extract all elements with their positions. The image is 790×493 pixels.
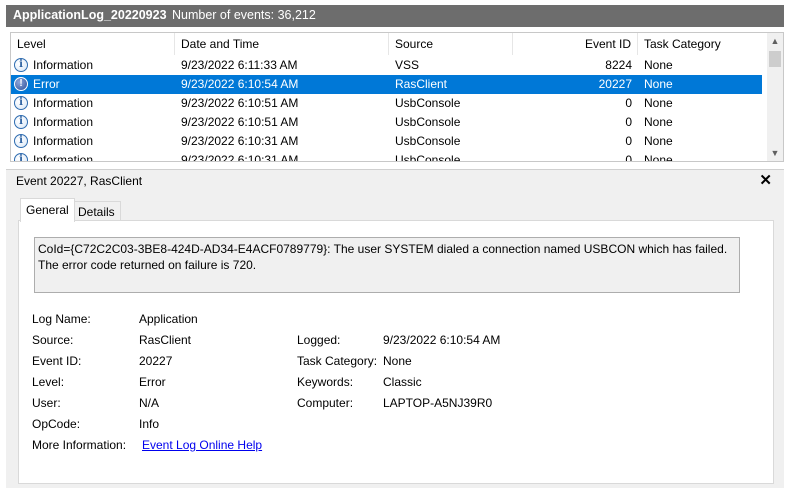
event-datetime: 9/23/2022 6:10:51 AM xyxy=(181,115,299,129)
event-level: Information xyxy=(33,58,94,72)
event-task-category: None xyxy=(644,153,673,162)
event-count: Number of events: 36,212 xyxy=(172,8,316,22)
event-level: Information xyxy=(33,153,94,162)
event-datetime: 9/23/2022 6:10:54 AM xyxy=(181,77,299,91)
event-level: Information xyxy=(33,96,94,110)
event-id: 0 xyxy=(625,153,632,162)
info-icon: i xyxy=(14,153,28,161)
label-opcode: OpCode: xyxy=(32,417,81,431)
list-header: Level Date and Time Source Event ID Task… xyxy=(11,33,766,56)
event-datetime: 9/23/2022 6:11:33 AM xyxy=(181,58,298,72)
value-keywords: Classic xyxy=(383,375,422,389)
label-user: User: xyxy=(32,396,61,410)
value-event-id: 20227 xyxy=(139,354,173,368)
event-task-category: None xyxy=(644,77,673,91)
column-header-task-category[interactable]: Task Category xyxy=(638,33,766,55)
event-id: 0 xyxy=(625,115,632,129)
column-header-level[interactable]: Level xyxy=(11,33,175,55)
info-icon: i xyxy=(14,58,28,72)
scroll-thumb[interactable] xyxy=(769,51,781,67)
label-more-information: More Information: xyxy=(32,438,127,452)
value-computer: LAPTOP-A5NJ39R0 xyxy=(383,396,493,410)
column-header-event-id[interactable]: Event ID xyxy=(513,33,638,55)
general-tab-panel: CoId={C72C2C03-3BE8-424D-AD34-E4ACF07897… xyxy=(18,220,774,484)
label-level: Level: xyxy=(32,375,65,389)
event-list-scrollbar[interactable]: ▲ ▼ xyxy=(767,33,783,161)
label-logged: Logged: xyxy=(297,333,341,347)
value-logged: 9/23/2022 6:10:54 AM xyxy=(383,333,501,347)
value-log-name: Application xyxy=(139,312,198,326)
event-level: Information xyxy=(33,134,94,148)
event-task-category: None xyxy=(644,115,673,129)
event-row[interactable]: i Information 9/23/2022 6:10:51 AM UsbConso… xyxy=(11,113,762,132)
log-title-bar: ApplicationLog_20220923 Number of events… xyxy=(6,5,784,27)
value-task-category: None xyxy=(383,354,412,368)
event-datetime: 9/23/2022 6:10:31 AM xyxy=(181,153,299,162)
scroll-up-icon[interactable]: ▲ xyxy=(767,33,783,49)
value-source: RasClient xyxy=(139,333,192,347)
column-header-datetime[interactable]: Date and Time xyxy=(175,33,389,55)
event-detail-title: Event 20227, RasClient xyxy=(16,174,143,188)
event-source: UsbConsole xyxy=(395,153,461,162)
event-source: UsbConsole xyxy=(395,115,461,129)
event-datetime: 9/23/2022 6:10:51 AM xyxy=(181,96,299,110)
tab-details[interactable]: Details xyxy=(72,201,121,222)
close-icon[interactable]: ✕ xyxy=(759,171,772,189)
label-keywords: Keywords: xyxy=(297,375,354,389)
event-detail-pane: General Details CoId={C72C2C03-3BE8-424D… xyxy=(6,192,784,488)
event-level: Error xyxy=(33,77,60,91)
scroll-down-icon[interactable]: ▼ xyxy=(767,145,783,161)
info-icon: i xyxy=(14,115,28,129)
event-level: Information xyxy=(33,115,94,129)
event-row[interactable]: i Information 9/23/2022 6:10:31 AM UsbConso… xyxy=(11,132,762,151)
label-computer: Computer: xyxy=(297,396,354,410)
event-log-online-help-link[interactable]: Event Log Online Help xyxy=(142,437,262,453)
column-header-source[interactable]: Source xyxy=(389,33,513,55)
event-datetime: 9/23/2022 6:10:31 AM xyxy=(181,134,299,148)
label-source: Source: xyxy=(32,333,74,347)
label-task-category: Task Category: xyxy=(297,354,378,368)
event-detail-header: Event 20227, RasClient ✕ xyxy=(6,169,784,192)
value-level: Error xyxy=(139,375,166,389)
event-row[interactable]: ! Error 9/23/2022 6:10:54 AM RasClient 20227… xyxy=(11,75,762,94)
event-row[interactable]: i Information 9/23/2022 6:10:31 AM UsbConso… xyxy=(11,151,762,162)
event-task-category: None xyxy=(644,134,673,148)
log-name: ApplicationLog_20220923 xyxy=(13,8,167,22)
event-description[interactable]: CoId={C72C2C03-3BE8-424D-AD34-E4ACF07897… xyxy=(34,237,740,293)
event-row[interactable]: i Information 9/23/2022 6:11:33 AM VSS 8224 N… xyxy=(11,56,762,75)
event-id: 20227 xyxy=(598,77,632,91)
event-source: UsbConsole xyxy=(395,134,461,148)
event-id: 0 xyxy=(625,96,632,110)
value-user: N/A xyxy=(139,396,160,410)
info-icon: i xyxy=(14,96,28,110)
event-task-category: None xyxy=(644,58,673,72)
event-id: 8224 xyxy=(605,58,632,72)
event-task-category: None xyxy=(644,96,673,110)
event-source: RasClient xyxy=(395,77,448,91)
event-row[interactable]: i Information 9/23/2022 6:10:51 AM UsbConso… xyxy=(11,94,762,113)
value-opcode: Info xyxy=(139,417,160,431)
event-id: 0 xyxy=(625,134,632,148)
event-source: UsbConsole xyxy=(395,96,461,110)
error-icon: ! xyxy=(14,77,28,91)
event-source: VSS xyxy=(395,58,420,72)
label-event-id: Event ID: xyxy=(32,354,82,368)
info-icon: i xyxy=(14,134,28,148)
label-log-name: Log Name: xyxy=(32,312,91,326)
event-list[interactable]: Level Date and Time Source Event ID Task… xyxy=(10,32,784,162)
tab-general[interactable]: General xyxy=(20,198,75,222)
